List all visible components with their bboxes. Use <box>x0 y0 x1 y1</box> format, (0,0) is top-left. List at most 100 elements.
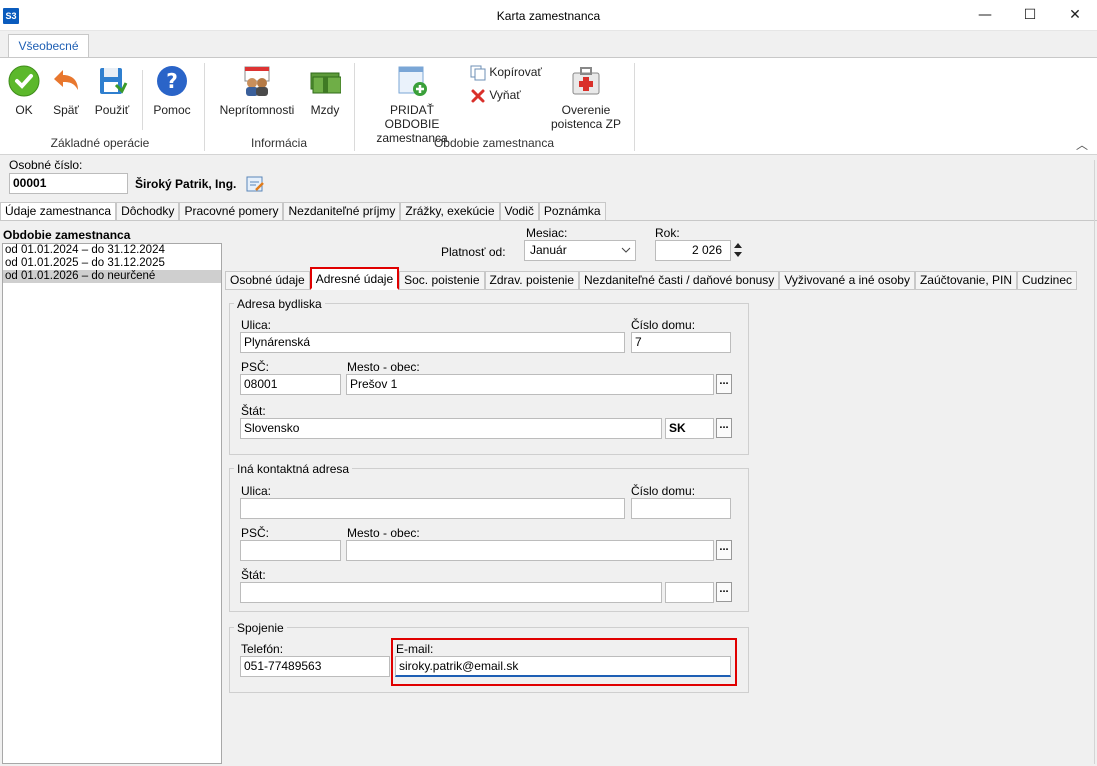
email-label: E-mail: <box>396 642 434 656</box>
tab-pracovne-pomery[interactable]: Pracovné pomery <box>179 202 284 221</box>
subtab-zauctovanie-pin[interactable]: Zaúčtovanie, PIN <box>914 271 1017 290</box>
state-label: Štát: <box>241 404 266 418</box>
personal-number-label: Osobné číslo: <box>9 158 83 172</box>
window-border <box>1094 160 1095 764</box>
apply-button[interactable]: Použiť <box>90 65 134 117</box>
contact-state-label: Štát: <box>241 568 266 582</box>
remove-button[interactable]: Vyňať <box>470 88 521 106</box>
tab-udaje-zamestnanca[interactable]: Údaje zamestnanca <box>0 202 117 221</box>
contact-state-code-input[interactable] <box>665 582 714 603</box>
contact-psc-label: PSČ: <box>241 526 270 540</box>
city-label: Mesto - obec: <box>347 360 420 374</box>
subtab-osobne-udaje[interactable]: Osobné údaje <box>225 271 310 290</box>
contact-psc-input[interactable] <box>240 540 341 561</box>
year-spinner[interactable] <box>732 240 744 261</box>
contact-street-input[interactable] <box>240 498 625 519</box>
copy-button[interactable]: Kopírovať <box>470 65 542 83</box>
contact-street-label: Ulica: <box>241 484 272 498</box>
window-title: Karta zamestnanca <box>496 9 601 23</box>
back-label: Späť <box>53 103 79 117</box>
verify-insured-button[interactable]: Overenie poistenca ZP <box>548 65 624 131</box>
verify-label-line2: poistenca ZP <box>550 117 622 131</box>
email-input[interactable]: siroky.patrik@email.sk <box>395 656 731 677</box>
street-label: Ulica: <box>241 318 272 332</box>
ok-button[interactable]: OK <box>6 65 42 117</box>
contact-city-label: Mesto - obec: <box>347 526 420 540</box>
psc-input[interactable]: 08001 <box>240 374 341 395</box>
period-item[interactable]: od 01.01.2024 – do 31.12.2024 <box>3 244 221 257</box>
tab-vodic[interactable]: Vodič <box>499 202 539 221</box>
add-document-icon <box>398 66 427 96</box>
ribbon-tab-vseobecne[interactable]: Všeobecné <box>8 34 89 58</box>
address-group-title: Adresa bydliska <box>234 297 325 311</box>
people-calendar-icon <box>244 66 270 96</box>
wages-button[interactable]: Mzdy <box>304 65 346 117</box>
period-item-selected[interactable]: od 01.01.2026 – do neurčené <box>3 270 221 283</box>
year-input[interactable]: 2 026 <box>655 240 731 261</box>
employee-name: Široký Patrik, Ing. <box>135 177 237 191</box>
back-button[interactable]: Späť <box>48 65 84 117</box>
absences-button[interactable]: Neprítomnosti <box>214 65 300 117</box>
ok-label: OK <box>15 103 33 117</box>
group-separator <box>634 63 635 151</box>
tab-nezdanitelne-prijmy[interactable]: Nezdaniteľné príjmy <box>283 202 401 221</box>
periods-list[interactable]: od 01.01.2024 – do 31.12.2024 od 01.01.2… <box>2 243 222 764</box>
first-aid-kit-icon <box>572 67 600 95</box>
tab-poznamka[interactable]: Poznámka <box>538 202 606 221</box>
copy-icon <box>470 65 486 81</box>
remove-label: Vyňať <box>489 88 521 103</box>
close-button[interactable]: ✕ <box>1053 0 1097 31</box>
help-question-icon: ? <box>157 66 187 96</box>
verify-label-line1: Overenie <box>561 103 611 117</box>
edit-card-icon <box>246 176 264 192</box>
maximize-button[interactable]: ☐ <box>1008 0 1052 31</box>
subtab-nezdanitelne-casti[interactable]: Nezdaniteľné časti / daňové bonusy <box>579 271 780 290</box>
state-lookup-button[interactable]: ... <box>716 418 732 438</box>
state-code-input[interactable]: SK <box>665 418 714 439</box>
street-input[interactable]: Plynárenská <box>240 332 625 353</box>
group-label-info: Informácia <box>250 136 308 150</box>
edit-employee-button[interactable] <box>245 174 265 194</box>
contact-city-lookup-button[interactable]: ... <box>716 540 732 560</box>
contact-state-input[interactable] <box>240 582 662 603</box>
wages-label: Mzdy <box>310 103 340 117</box>
group-label-period: Obdobie zamestnanca <box>433 136 555 150</box>
money-stack-icon <box>310 72 341 94</box>
validity-label: Platnosť od: <box>441 245 506 259</box>
help-button[interactable]: ? Pomoc <box>150 65 194 117</box>
contact-city-input[interactable] <box>346 540 714 561</box>
copy-label: Kopírovať <box>489 65 542 80</box>
tab-zrazky-exekucie[interactable]: Zrážky, exekúcie <box>400 202 500 221</box>
personal-number-input[interactable]: 00001 <box>9 173 128 194</box>
state-input[interactable]: Slovensko <box>240 418 662 439</box>
delete-x-icon <box>471 89 485 103</box>
contact-house-number-input[interactable] <box>631 498 731 519</box>
subtab-vyzivovane-osoby[interactable]: Vyživované a iné osoby <box>779 271 915 290</box>
periods-title: Obdobie zamestnanca <box>3 228 131 242</box>
house-number-input[interactable]: 7 <box>631 332 731 353</box>
phone-label: Telefón: <box>241 642 284 656</box>
collapse-ribbon-button[interactable]: ︿ <box>1076 136 1088 153</box>
ellipsis-icon: ... <box>719 541 729 553</box>
city-input[interactable]: Prešov 1 <box>346 374 714 395</box>
period-item[interactable]: od 01.01.2025 – do 31.12.2025 <box>3 257 221 270</box>
add-period-button[interactable]: PRIDAŤ OBDOBIE zamestnanca <box>362 65 462 145</box>
psc-label: PSČ: <box>241 360 270 374</box>
sub-tabs: Osobné údaje Adresné údaje Soc. poisteni… <box>225 267 1078 290</box>
main-tabs: Údaje zamestnanca Dôchodky Pracovné pome… <box>0 202 606 221</box>
spin-up-icon <box>734 243 742 248</box>
tab-dochodky[interactable]: Dôchodky <box>116 202 180 221</box>
city-lookup-button[interactable]: ... <box>716 374 732 394</box>
house-number-label: Číslo domu: <box>631 318 696 332</box>
subtab-adresne-udaje[interactable]: Adresné údaje <box>309 267 400 290</box>
phone-input[interactable]: 051-77489563 <box>240 656 390 677</box>
contact-state-lookup-button[interactable]: ... <box>716 582 732 602</box>
month-select[interactable]: Január <box>524 240 636 261</box>
undo-arrow-icon <box>54 70 78 90</box>
spin-down-icon <box>734 252 742 257</box>
minimize-button[interactable]: — <box>963 0 1007 31</box>
subtab-zdrav-poistenie[interactable]: Zdrav. poistenie <box>484 271 580 290</box>
subtab-cudzinec[interactable]: Cudzinec <box>1017 271 1078 290</box>
add-period-label-line1: PRIDAŤ OBDOBIE <box>384 103 440 131</box>
subtab-soc-poistenie[interactable]: Soc. poistenie <box>399 271 485 290</box>
